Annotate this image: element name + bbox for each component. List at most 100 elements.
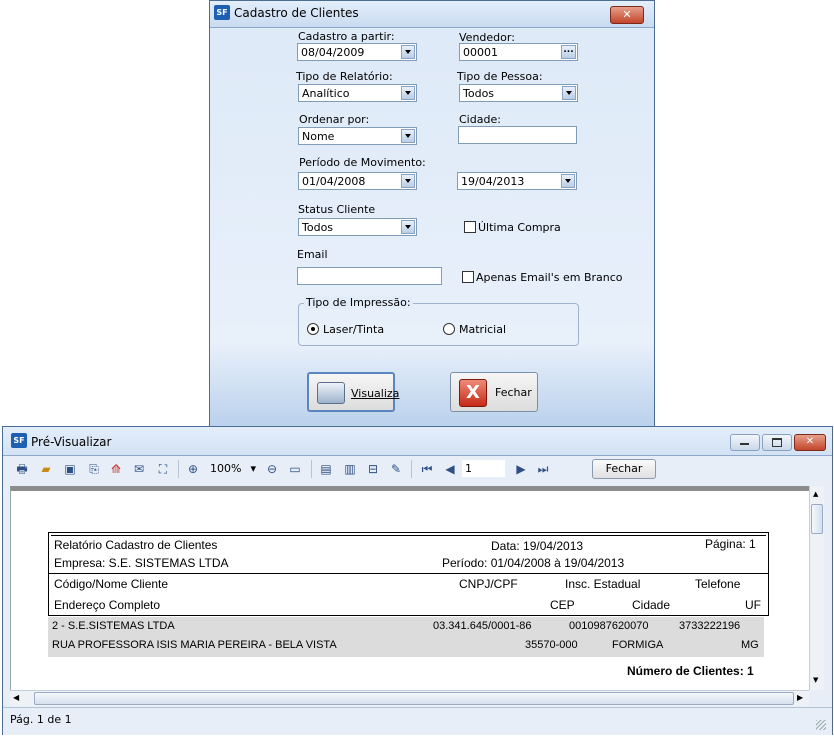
last-page-icon[interactable]: ⏭ <box>536 462 550 476</box>
zoom-value: 100% <box>210 462 242 475</box>
status-page-text: Pág. 1 de 1 <box>10 713 72 726</box>
toolbar-separator <box>411 460 412 478</box>
vendedor-field[interactable]: 00001... <box>459 43 578 61</box>
page-number-value: 1 <box>465 462 472 475</box>
fechar-dialog-button[interactable]: X Fechar <box>450 372 538 412</box>
laser-radio[interactable] <box>307 323 319 335</box>
zoom-select[interactable]: 100% ▾ <box>210 461 258 477</box>
resize-grip-icon[interactable] <box>816 720 826 730</box>
cidade-field[interactable] <box>458 126 577 144</box>
minimize-button[interactable] <box>730 434 760 451</box>
edit-page-icon[interactable]: ✎ <box>389 462 403 476</box>
full-screen-icon[interactable]: ▭ <box>288 462 302 476</box>
ordenar-value: Nome <box>302 130 335 143</box>
multi-page-icon[interactable]: ▥ <box>343 462 357 476</box>
header-endereco: Endereço Completo <box>54 598 161 612</box>
find-icon[interactable]: ⛶ <box>156 462 170 476</box>
chevron-down-icon[interactable] <box>401 174 415 188</box>
apenas-emails-label: Apenas Email's em Branco <box>476 271 623 284</box>
ellipsis-button[interactable]: ... <box>561 45 576 59</box>
tipo-pessoa-label: Tipo de Pessoa: <box>457 70 543 83</box>
previous-page-icon[interactable]: ◀ <box>443 462 457 476</box>
periodo-inicio-field[interactable]: 01/04/2008 <box>298 172 417 190</box>
print-icon[interactable]: 🖶 <box>15 462 29 476</box>
maximize-icon <box>772 438 782 447</box>
preview-titlebar: SF Pré-Visualizar ✕ <box>3 427 832 456</box>
maximize-button[interactable] <box>762 434 792 451</box>
row-nome: 2 - S.E.SISTEMAS LTDA <box>52 620 175 632</box>
scroll-left-icon[interactable]: ◀ <box>13 693 19 702</box>
status-select[interactable]: Todos <box>298 218 417 236</box>
printer-icon <box>317 382 345 404</box>
header-telefone: Telefone <box>695 577 741 591</box>
email-export-icon[interactable]: ✉ <box>132 462 146 476</box>
single-page-icon[interactable]: ▤ <box>319 462 333 476</box>
status-label: Status Cliente <box>298 203 376 216</box>
save-icon[interactable]: ▣ <box>63 462 77 476</box>
periodo-label: Período de Movimento: <box>299 156 426 169</box>
pdf-icon[interactable]: ⟰ <box>109 462 123 476</box>
status-value: Todos <box>302 221 334 234</box>
preview-fechar-button[interactable]: Fechar <box>592 459 656 479</box>
row-endereco: RUA PROFESSORA ISIS MARIA PEREIRA - BELA… <box>52 639 337 651</box>
periodo-inicio-value: 01/04/2008 <box>302 175 366 188</box>
page-number-input[interactable]: 1 <box>462 460 505 477</box>
cadastro-date-field[interactable]: 08/04/2009 <box>297 43 417 61</box>
tipo-relatorio-select[interactable]: Analítico <box>298 84 417 102</box>
chevron-down-icon[interactable] <box>401 86 415 100</box>
book-icon[interactable]: ⊟ <box>366 462 380 476</box>
chevron-down-icon[interactable] <box>401 220 415 234</box>
tipo-pessoa-value: Todos <box>463 87 495 100</box>
next-page-icon[interactable]: ▶ <box>514 462 528 476</box>
row-cnpj: 03.341.645/0001-86 <box>433 620 532 632</box>
report-header-inner-line <box>51 535 766 536</box>
cadastro-label: Cadastro a partir: <box>298 30 395 43</box>
horizontal-scroll-thumb[interactable] <box>34 692 794 705</box>
dialog-titlebar: SF Cadastro de Clientes ✕ <box>210 1 654 28</box>
cadastro-value: 08/04/2009 <box>301 46 365 59</box>
report-pagina: Página: 1 <box>705 537 756 551</box>
visualiza-button[interactable]: Visualiza <box>307 372 399 412</box>
periodo-fim-value: 19/04/2013 <box>461 175 525 188</box>
close-x-icon: X <box>459 379 487 407</box>
ordenar-select[interactable]: Nome <box>298 127 417 145</box>
report-periodo: Período: 01/04/2008 à 19/04/2013 <box>442 556 625 570</box>
apenas-emails-checkbox[interactable] <box>462 271 474 283</box>
ultima-compra-checkbox[interactable] <box>464 221 476 233</box>
vertical-scrollbar[interactable]: ▲ ▼ <box>809 486 824 690</box>
tipo-impressao-legend: Tipo de Impressão: <box>304 296 413 309</box>
tipo-relatorio-label: Tipo de Relatório: <box>296 70 393 83</box>
zoom-in-icon[interactable]: ⊕ <box>186 462 200 476</box>
scroll-right-icon[interactable]: ▶ <box>797 693 803 702</box>
report-empresa: Empresa: S.E. SISTEMAS LTDA <box>54 556 229 570</box>
app-logo-icon: SF <box>11 433 27 448</box>
ordenar-label: Ordenar por: <box>299 113 370 126</box>
header-cnpj: CNPJ/CPF <box>459 577 518 591</box>
chevron-down-icon[interactable] <box>561 174 575 188</box>
matricial-radio[interactable] <box>443 323 455 335</box>
open-folder-icon[interactable]: ▰ <box>39 462 53 476</box>
horizontal-scrollbar[interactable]: ◀ ▶ <box>10 690 809 706</box>
scroll-down-icon[interactable]: ▼ <box>813 676 818 684</box>
dialog-close-button[interactable]: ✕ <box>610 6 644 24</box>
first-page-icon[interactable]: ⏮ <box>420 462 434 476</box>
tipo-pessoa-select[interactable]: Todos <box>459 84 578 102</box>
zoom-out-icon[interactable]: ⊖ <box>265 462 279 476</box>
export-icon[interactable]: ⎘ <box>87 462 101 476</box>
minimize-icon <box>740 443 749 445</box>
fechar-label: Fechar <box>495 386 532 399</box>
email-field[interactable] <box>297 267 442 285</box>
header-insc: Insc. Estadual <box>565 577 641 591</box>
status-bar <box>3 707 832 735</box>
chevron-down-icon[interactable] <box>562 86 576 100</box>
cadastro-dialog: SF Cadastro de Clientes ✕ <box>209 0 655 430</box>
row-cep: 35570-000 <box>525 639 578 651</box>
scroll-up-icon[interactable]: ▲ <box>813 490 818 498</box>
chevron-down-icon[interactable] <box>401 45 415 59</box>
cidade-label: Cidade: <box>459 113 501 126</box>
periodo-fim-field[interactable]: 19/04/2013 <box>457 172 577 190</box>
chevron-down-icon[interactable] <box>401 129 415 143</box>
vertical-scroll-thumb[interactable] <box>811 504 823 534</box>
preview-close-button[interactable]: ✕ <box>794 434 826 451</box>
matricial-label: Matricial <box>459 323 507 336</box>
